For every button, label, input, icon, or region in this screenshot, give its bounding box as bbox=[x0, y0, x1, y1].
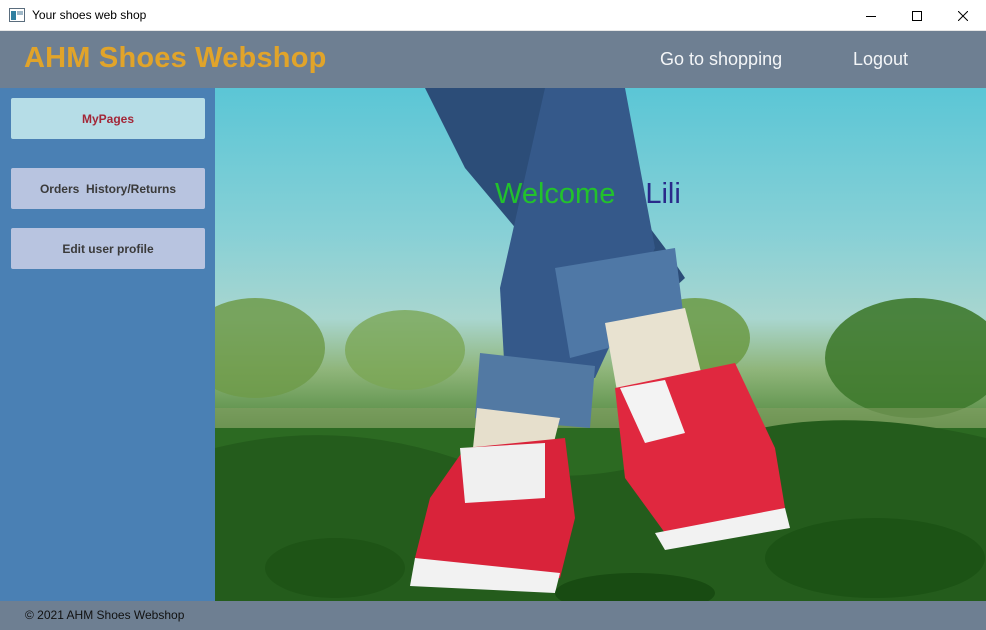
app-window-icon bbox=[9, 8, 25, 22]
maximize-icon bbox=[912, 10, 922, 21]
copyright-text: © 2021 AHM Shoes Webshop bbox=[25, 608, 185, 622]
brand-title: AHM Shoes Webshop bbox=[24, 42, 327, 74]
hero-image: Welcome Lili bbox=[215, 88, 986, 601]
minimize-icon bbox=[866, 15, 876, 17]
app-footer: © 2021 AHM Shoes Webshop bbox=[0, 601, 986, 630]
close-button[interactable] bbox=[940, 0, 986, 31]
logout-link[interactable]: Logout bbox=[853, 49, 908, 70]
maximize-button[interactable] bbox=[894, 0, 940, 31]
welcome-message: Welcome Lili bbox=[495, 178, 681, 211]
window-title-bar: Your shoes web shop bbox=[0, 0, 986, 31]
sidebar-item-mypages[interactable]: MyPages bbox=[11, 98, 205, 139]
welcome-label: Welcome bbox=[495, 178, 616, 210]
minimize-button[interactable] bbox=[848, 0, 894, 31]
close-icon bbox=[958, 10, 968, 21]
sidebar: MyPages Orders History/Returns Edit user… bbox=[0, 88, 215, 601]
window-title: Your shoes web shop bbox=[32, 8, 147, 22]
user-name: Lili bbox=[645, 178, 681, 210]
sneakers-background-image bbox=[215, 88, 986, 601]
sidebar-item-orders-history-returns[interactable]: Orders History/Returns bbox=[11, 168, 205, 209]
sidebar-item-edit-user-profile[interactable]: Edit user profile bbox=[11, 228, 205, 269]
app-header: AHM Shoes Webshop Go to shopping Logout bbox=[0, 31, 986, 88]
go-to-shopping-link[interactable]: Go to shopping bbox=[660, 49, 782, 70]
